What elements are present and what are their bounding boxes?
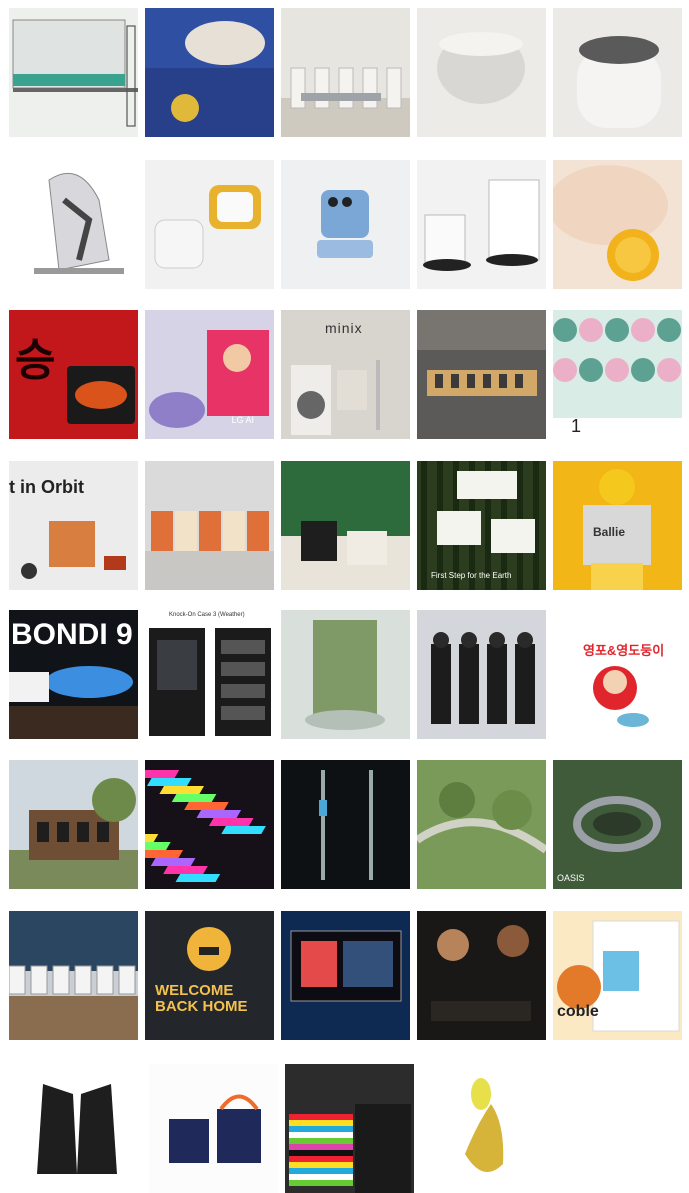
welcome-back-home-illustration [187,927,231,971]
gallery-tile-neon-installation[interactable] [145,760,274,889]
gallery-tile-striped-bag[interactable] [285,1064,414,1193]
aerial-park-illustration [417,782,546,854]
gallery-tile-office-interior[interactable] [281,8,410,137]
gallery-tile-brick-building[interactable] [9,760,138,889]
tile-caption: Ballie [593,525,626,539]
product-boxes-illustration [145,511,274,590]
grey-speaker-top-illustration [577,36,661,128]
gallery-tile-bondi-shoe-billboard[interactable]: BONDI 9 [9,610,138,739]
robot-vacuums-illustration [423,179,540,271]
gallery-tile-tv-stand-product[interactable] [9,8,138,137]
golden-sculpture-illustration [465,1078,504,1172]
gallery-tile-white-speaker[interactable] [417,8,546,137]
tv-screens-illustration [290,930,402,1002]
striped-bag-illustration [289,1104,411,1193]
ai-speaker-avatar-illustration [149,330,269,428]
gallery-tile-massage-chair[interactable] [9,160,138,289]
gallery-tile-ballie-box[interactable]: Ballie [553,461,682,590]
white-speaker-illustration [437,32,525,104]
character-illustration-illustration [593,666,649,727]
gallery-tile-character-illustration[interactable]: 영포&영도둥이 [553,610,682,739]
gallery-tile-tv-screens[interactable] [281,911,410,1040]
tile-caption: LG AI [231,415,254,425]
gallery-tile-illustrated-calendar[interactable]: 1 [553,310,682,439]
street-lamps-illustration [319,770,373,880]
robot-cubes-illustration [154,185,261,269]
gallery-tile-tote-bags[interactable] [149,1064,278,1193]
office-interior-illustration [281,67,410,137]
gallery-tile-robot-vacuums[interactable] [417,160,546,289]
gallery-tile-ai-speaker-avatar[interactable]: LG AI [145,310,274,439]
gallery-tile-baby-pacifier[interactable] [553,160,682,289]
gallery-tile-red-food-box[interactable]: 승 [9,310,138,439]
tile-caption: coble [557,1003,599,1020]
tile-caption: BONDI 9 [11,618,133,651]
gallery-tile-circular-pavilion[interactable]: OASIS [553,760,682,889]
airport-lounge-illustration [9,911,138,1040]
gallery-tile-minix-appliances[interactable]: minix [281,310,410,439]
fashion-poster-illustration [431,632,535,724]
flip-phone-illustration [317,190,373,258]
gallery-tile-green-packaging[interactable] [281,461,410,590]
tile-caption: 승 [15,336,56,385]
gallery-tile-robot-cubes[interactable] [145,160,274,289]
tile-caption: 1 [571,416,582,436]
gallery-tile-knock-on-case[interactable]: Knock-On Case 3 (Weather) [145,610,274,739]
gallery-tile-golden-sculpture[interactable] [421,1064,550,1193]
massage-chair-illustration [34,172,124,274]
gallery-tile-flip-phone[interactable] [281,160,410,289]
tile-caption: Knock-On Case 3 (Weather) [169,612,245,618]
tile-caption: t in Orbit [9,477,84,497]
gallery-tile-airport-lounge[interactable] [9,911,138,1040]
tote-bags-illustration [149,1064,278,1193]
neon-installation-illustration [145,770,266,882]
gallery-tile-street-lamps[interactable] [281,760,410,889]
gallery-tile-forest-boxes[interactable]: First Step for the Earth [417,461,546,590]
gallery-tile-green-cylinder-room[interactable] [281,610,410,739]
tv-stand-product-illustration [12,19,138,127]
gallery-tile-fashion-poster[interactable] [417,610,546,739]
gallery-tile-product-boxes[interactable] [145,461,274,590]
gallery-tile-display-table[interactable] [417,310,546,439]
tile-caption: 영포&영도둥이 [583,643,665,658]
display-table-illustration [417,310,546,396]
black-vest-illustration [37,1084,117,1174]
knock-on-case-illustration [149,628,271,736]
circular-pavilion-illustration [573,796,661,852]
gallery-tile-aerial-park[interactable] [417,760,546,889]
tile-caption: minix [325,320,363,336]
brick-building-illustration [9,778,138,889]
green-cylinder-room-illustration [305,620,385,730]
gallery-tile-lifestyle-sofa-robot[interactable] [145,8,274,137]
tile-caption: OASIS [557,873,585,883]
gallery-tile-black-vest[interactable] [13,1064,142,1193]
tile-caption: WELCOME BACK HOME [155,982,248,1015]
gallery-tile-in-orbit-objects[interactable]: t in Orbit [9,461,138,590]
gallery-tile-kids-coding-app[interactable]: coble [553,911,682,1040]
gallery-tile-welcome-back-home[interactable]: WELCOME BACK HOME [145,911,274,1040]
lifestyle-sofa-robot-illustration [145,21,274,137]
image-gallery-grid: 승 LG AI minix 1 t in Orbit First Step for the… [0,0,689,1193]
baby-pacifier-illustration [553,165,668,281]
tile-caption: First Step for the Earth [431,571,512,580]
green-packaging-illustration [281,521,410,590]
dining-couple-illustration [431,925,531,1021]
gallery-tile-grey-speaker-top[interactable] [553,8,682,137]
gallery-tile-dining-couple[interactable] [417,911,546,1040]
